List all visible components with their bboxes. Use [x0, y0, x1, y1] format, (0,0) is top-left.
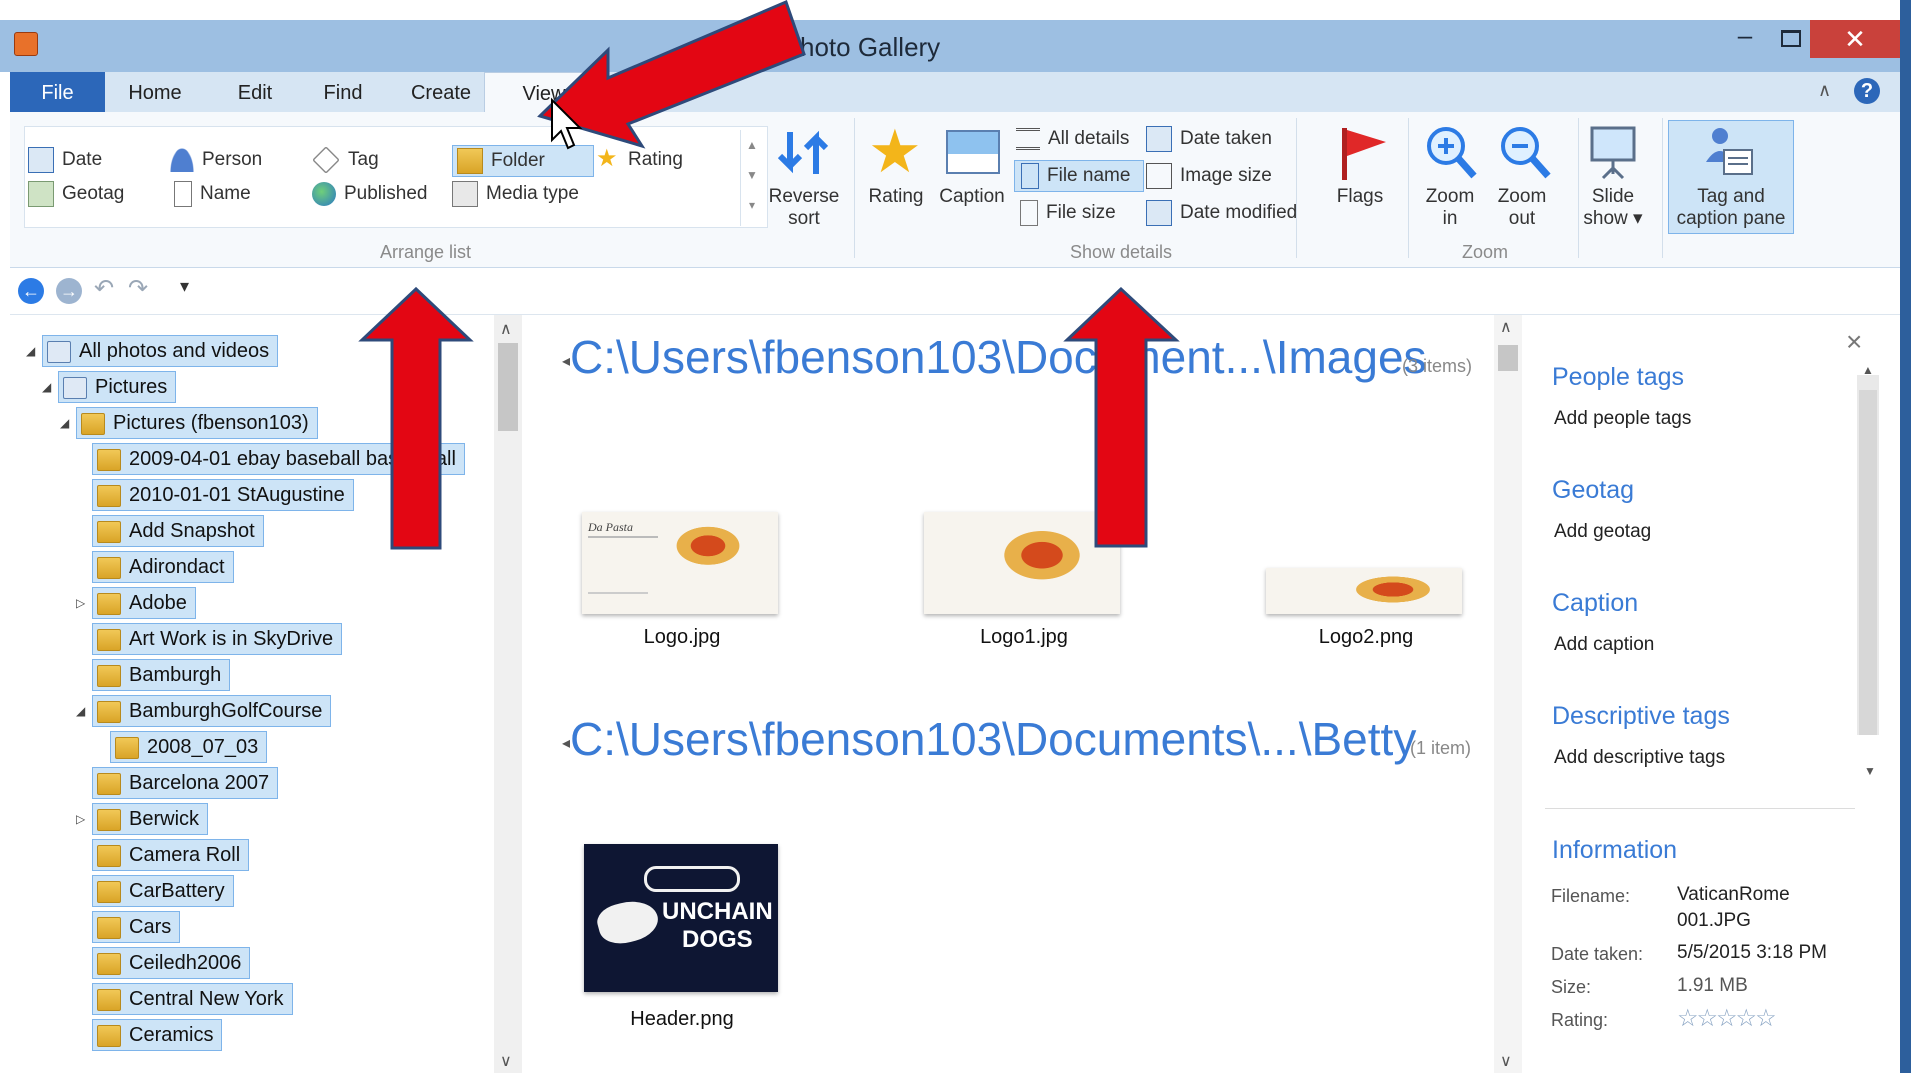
annotation-arrow-up-center [1063, 286, 1180, 548]
annotation-arrow-up-left [358, 286, 474, 550]
annotation-overlay [358, 0, 1180, 550]
annotation-arrow-top [537, 0, 806, 149]
